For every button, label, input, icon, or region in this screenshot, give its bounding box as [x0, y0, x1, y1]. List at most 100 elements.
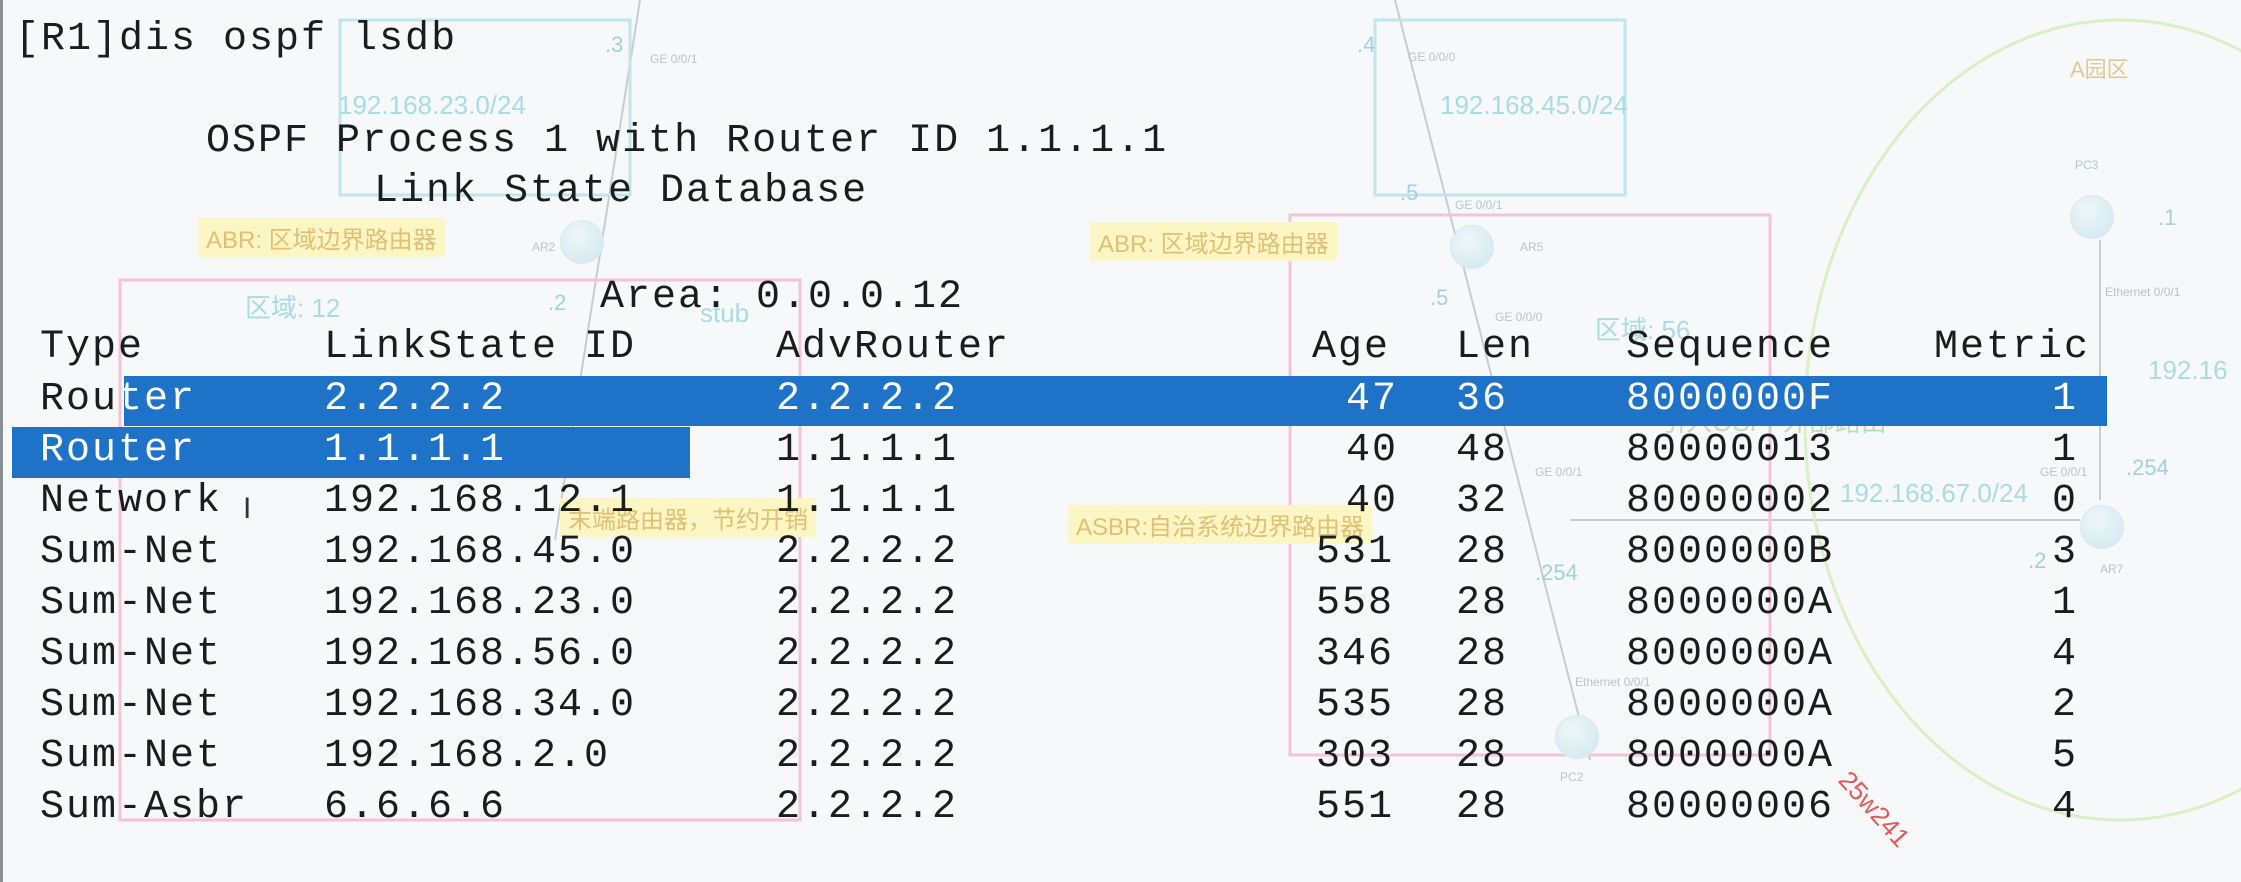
cell-sequence: 8000000F	[1626, 377, 1835, 422]
column-header-linkstate-id: LinkState ID	[324, 325, 637, 370]
cell-sequence: 8000000A	[1626, 632, 1835, 677]
pc3-icon	[2070, 195, 2114, 239]
table-row[interactable]: Sum-Net 192.168.34.0 2.2.2.2 535 28 8000…	[0, 680, 2241, 731]
cell-linkstate-id: 192.168.34.0	[324, 683, 637, 728]
cell-type: Sum-Asbr	[40, 785, 249, 830]
column-header-sequence: Sequence	[1626, 325, 1835, 370]
command-line: [R1]dis ospf lsdb	[15, 18, 457, 62]
cell-len: 28	[1456, 734, 1509, 779]
cell-metric: 4	[2052, 632, 2079, 677]
cell-advrouter: 2.2.2.2	[776, 785, 959, 830]
cell-metric: 1	[2052, 581, 2079, 626]
cell-advrouter: 2.2.2.2	[776, 632, 959, 677]
cell-metric: 0	[2052, 479, 2079, 524]
cell-metric: 4	[2052, 785, 2079, 830]
cell-advrouter: 2.2.2.2	[776, 581, 959, 626]
table-row[interactable]: Sum-Net 192.168.23.0 2.2.2.2 558 28 8000…	[0, 578, 2241, 629]
column-header-len: Len	[1456, 325, 1535, 370]
router-ar2-icon	[560, 220, 604, 264]
cell-advrouter: 1.1.1.1	[776, 479, 959, 524]
column-header-age: Age	[1312, 325, 1391, 370]
cell-age: 535	[1316, 683, 1395, 728]
cell-sequence: 8000000B	[1626, 530, 1835, 575]
device-label: AR5	[1520, 240, 1544, 254]
cell-advrouter: 2.2.2.2	[776, 377, 959, 422]
cell-sequence: 80000006	[1626, 785, 1835, 830]
area-label: A园区	[2070, 57, 2129, 82]
cell-len: 32	[1456, 479, 1509, 524]
cell-metric: 5	[2052, 734, 2079, 779]
cell-type: Router	[40, 378, 196, 422]
cell-type: Sum-Net	[40, 530, 223, 575]
cell-len: 48	[1456, 428, 1509, 473]
cell-sequence: 8000000A	[1626, 734, 1835, 779]
column-header-advrouter: AdvRouter	[776, 325, 1011, 370]
abr-tag: ABR: 区域边界路由器	[1090, 222, 1337, 261]
cell-type: Sum-Net	[40, 734, 223, 779]
cell-metric: 2	[2052, 683, 2079, 728]
cell-sequence: 80000013	[1626, 428, 1835, 473]
column-header-metric: Metric	[1934, 325, 2091, 370]
cell-sequence: 8000000A	[1626, 581, 1835, 626]
device-label: PC3	[2075, 158, 2099, 172]
ip-suffix-label: .4	[1357, 32, 1376, 57]
table-row[interactable]: Router 2.2.2.2 2.2.2.2 47 36 8000000F 1	[0, 374, 2241, 425]
port-label: Ethernet 0/0/1	[2105, 285, 2181, 299]
cell-len: 28	[1456, 581, 1509, 626]
cell-age: 303	[1316, 734, 1395, 779]
area-label: 区域: 12	[245, 293, 341, 323]
cell-metric: 1	[2052, 377, 2079, 422]
cell-type-selected: ter	[118, 377, 197, 422]
ip-suffix-label: .2	[548, 290, 567, 315]
cell-age: 558	[1316, 581, 1395, 626]
cell-linkstate-id: 192.168.12.1	[324, 479, 637, 524]
cell-linkstate-id: 6.6.6.6	[324, 785, 507, 830]
cell-linkstate-id: 192.168.45.0	[324, 530, 637, 575]
table-row[interactable]: Sum-Net 192.168.45.0 2.2.2.2 531 28 8000…	[0, 527, 2241, 578]
cell-type: Sum-Net	[40, 632, 223, 677]
column-header-type: Type	[40, 325, 145, 370]
cell-linkstate-id: 192.168.23.0	[324, 581, 637, 626]
router-ar5-icon	[1450, 225, 1494, 269]
table-row[interactable]: Router 1.1.1.1 1.1.1.1 40 48 80000013 1	[0, 425, 2241, 476]
cell-advrouter: 2.2.2.2	[776, 734, 959, 779]
cell-age: 47	[1346, 377, 1399, 422]
database-header: Link State Database	[374, 169, 869, 214]
process-header: OSPF Process 1 with Router ID 1.1.1.1	[206, 119, 1169, 164]
cell-metric: 3	[2052, 530, 2079, 575]
ip-suffix-label: .1	[2158, 205, 2177, 230]
cell-linkstate-id: 192.168.2.0	[324, 734, 611, 779]
cell-type: Sum-Net	[40, 683, 223, 728]
table-row[interactable]: Sum-Net 192.168.56.0 2.2.2.2 346 28 8000…	[0, 629, 2241, 680]
port-label: GE 0/0/1	[1455, 198, 1503, 212]
cell-advrouter: 2.2.2.2	[776, 683, 959, 728]
cell-len: 36	[1456, 377, 1509, 422]
port-label: GE 0/0/1	[650, 52, 698, 66]
cell-age: 40	[1346, 479, 1399, 524]
cell-linkstate-id: 2.2.2.2	[324, 377, 507, 422]
ip-suffix-label: .3	[605, 32, 624, 57]
cell-linkstate-id: 1.1.1.1	[324, 428, 507, 473]
cell-age: 531	[1316, 530, 1395, 575]
cell-age: 346	[1316, 632, 1395, 677]
cell-advrouter: 2.2.2.2	[776, 530, 959, 575]
cell-type-text: Router	[40, 377, 196, 422]
command-text: dis ospf lsdb	[119, 17, 458, 62]
cell-age: 551	[1316, 785, 1395, 830]
cell-type: Network	[40, 479, 223, 524]
cell-type-unselected: Rou	[40, 377, 119, 422]
cell-len: 28	[1456, 785, 1509, 830]
cell-linkstate-id: 192.168.56.0	[324, 632, 637, 677]
table-row[interactable]: Network 192.168.12.1 1.1.1.1 40 32 80000…	[0, 476, 2241, 527]
cell-advrouter: 1.1.1.1	[776, 428, 959, 473]
port-label: GE 0/0/0	[1495, 310, 1543, 324]
text-cursor-icon: I	[243, 492, 252, 525]
cell-type: Sum-Net	[40, 581, 223, 626]
area-header: Area: 0.0.0.12	[600, 275, 965, 320]
ip-suffix-label: .5	[1400, 180, 1419, 205]
cell-age: 40	[1346, 428, 1399, 473]
table-row[interactable]: Sum-Net 192.168.2.0 2.2.2.2 303 28 80000…	[0, 731, 2241, 782]
cell-metric: 1	[2052, 428, 2079, 473]
cell-sequence: 8000000A	[1626, 683, 1835, 728]
abr-tag: ABR: 区域边界路由器	[198, 218, 445, 257]
